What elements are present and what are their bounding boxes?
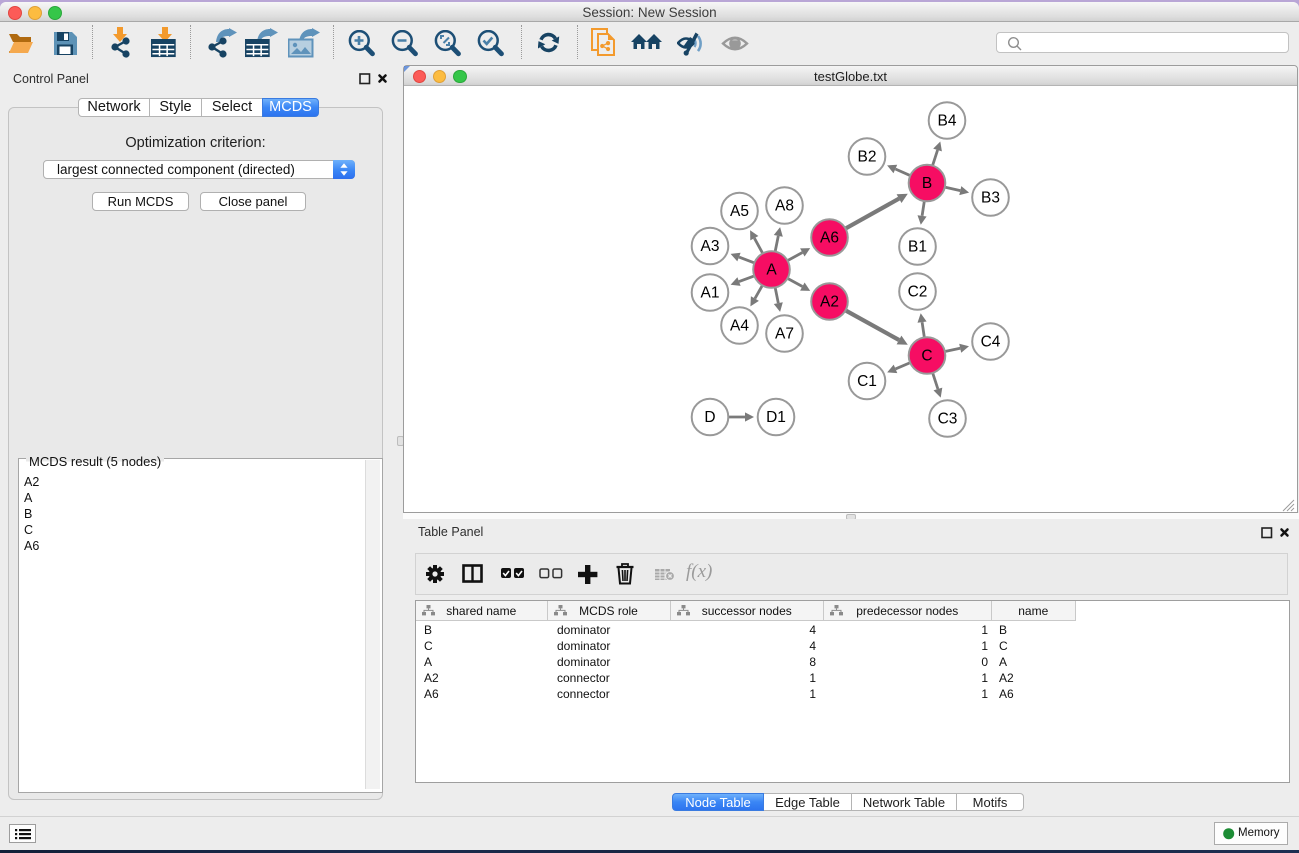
svg-text:B: B: [922, 175, 932, 192]
svg-text:C: C: [921, 348, 932, 365]
svg-text:A2: A2: [820, 294, 839, 311]
svg-text:A7: A7: [775, 326, 794, 343]
svg-text:D: D: [704, 409, 715, 426]
svg-text:A4: A4: [730, 318, 749, 335]
svg-text:C3: C3: [938, 411, 958, 428]
svg-text:A1: A1: [701, 285, 720, 302]
svg-text:B1: B1: [908, 239, 927, 256]
svg-text:C1: C1: [857, 373, 877, 390]
svg-text:B4: B4: [938, 113, 957, 130]
svg-text:A3: A3: [701, 238, 720, 255]
svg-text:C4: C4: [981, 334, 1001, 351]
svg-text:B2: B2: [858, 149, 877, 166]
svg-text:C2: C2: [908, 284, 928, 301]
svg-text:A: A: [766, 262, 777, 279]
svg-text:A6: A6: [820, 230, 839, 247]
svg-text:A5: A5: [730, 203, 749, 220]
svg-text:A8: A8: [775, 198, 794, 215]
svg-text:B3: B3: [981, 190, 1000, 207]
svg-text:D1: D1: [766, 409, 786, 426]
